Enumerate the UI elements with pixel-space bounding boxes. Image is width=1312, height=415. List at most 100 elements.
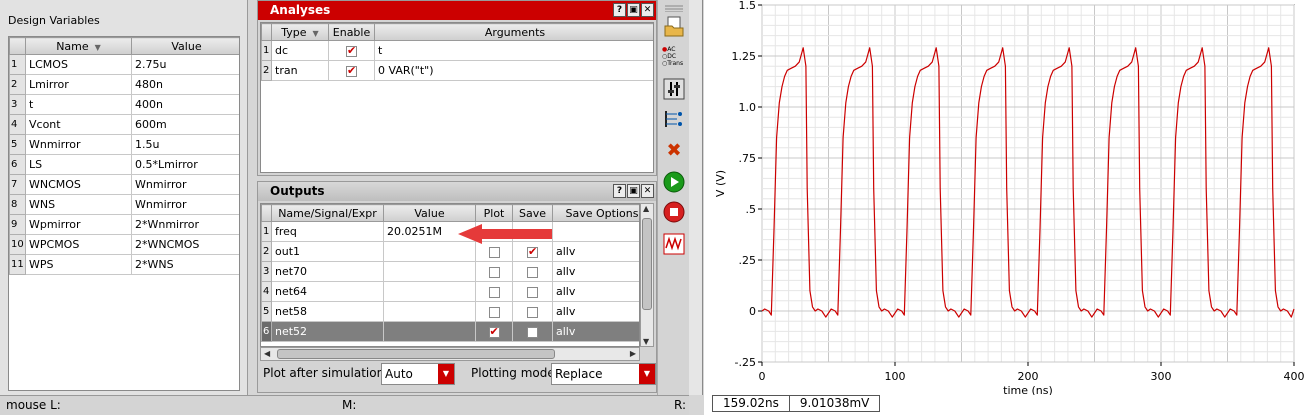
output-save-options[interactable]: allv — [552, 321, 639, 342]
analysis-radio-icon[interactable]: ●AC ○DC ○Trans — [662, 46, 683, 67]
design-variable-row[interactable]: 5 Wnmirror 1.5u — [9, 134, 239, 155]
variable-name[interactable]: WPCMOS — [25, 234, 132, 255]
output-row[interactable]: 3 net70 allv — [261, 261, 639, 282]
output-name[interactable]: net64 — [271, 281, 384, 302]
close-icon[interactable]: ✕ — [641, 3, 654, 17]
plot-checkbox[interactable] — [488, 325, 500, 338]
design-variable-row[interactable]: 8 WNS Wnmirror — [9, 194, 239, 215]
save-checkbox[interactable] — [527, 266, 538, 278]
output-name[interactable]: net52 — [271, 321, 384, 342]
output-row[interactable]: 4 net64 allv — [261, 281, 639, 302]
variable-value[interactable]: 400n — [131, 94, 239, 115]
panel-separator[interactable] — [689, 0, 703, 395]
tune-icon[interactable] — [662, 78, 686, 100]
analysis-arguments[interactable]: t — [374, 40, 653, 61]
delete-icon[interactable]: ✖ — [662, 139, 686, 161]
float-window-icon[interactable]: ▣ — [627, 3, 640, 17]
column-header-name[interactable]: Name ▼ — [25, 37, 132, 55]
variable-name[interactable]: Lmirror — [25, 74, 132, 95]
variable-value[interactable]: 2*Wnmirror — [131, 214, 239, 235]
design-variable-row[interactable]: 3 t 400n — [9, 94, 239, 115]
variable-value[interactable]: 600m — [131, 114, 239, 135]
output-row[interactable]: 2out1 allv — [261, 241, 639, 262]
column-header-plot[interactable]: Plot — [475, 204, 513, 222]
plot-checkbox[interactable] — [488, 286, 500, 298]
analysis-row[interactable]: 1dc t — [261, 40, 653, 61]
scroll-right-icon[interactable]: ▶ — [630, 349, 636, 358]
waveform-plot[interactable]: 0 100 200 300 400 -.25 0.25.5.75 1.0 1.25 1.5 time… — [704, 0, 1312, 415]
plotting-mode-select[interactable]: Replace ▼ — [551, 363, 656, 385]
enable-checkbox[interactable] — [346, 64, 357, 77]
outputs-horizontal-scrollbar[interactable]: ◀ ▶ — [260, 347, 640, 361]
output-name[interactable]: net58 — [271, 301, 384, 322]
variable-value[interactable]: 2.75u — [131, 54, 239, 75]
output-name[interactable]: freq — [271, 221, 384, 242]
design-variable-row[interactable]: 1 LCMOS 2.75u — [9, 54, 239, 75]
variable-name[interactable]: LS — [25, 154, 132, 175]
design-variable-row[interactable]: 6 LS 0.5*Lmirror — [9, 154, 239, 175]
outputs-vertical-scrollbar[interactable]: ▲ ▼ — [640, 203, 654, 347]
output-save-options[interactable]: allv — [552, 261, 639, 282]
plot-after-simulation-select[interactable]: Auto ▼ — [381, 363, 455, 385]
variable-name[interactable]: WNCMOS — [25, 174, 132, 195]
run-icon[interactable] — [662, 171, 686, 193]
scroll-up-icon[interactable]: ▲ — [643, 204, 649, 213]
output-name[interactable]: out1 — [271, 241, 384, 262]
variable-value[interactable]: 2*WNS — [131, 254, 239, 275]
enable-checkbox[interactable] — [346, 44, 357, 57]
column-header-name[interactable]: Name/Signal/Expr — [271, 204, 384, 222]
plot-checkbox[interactable] — [488, 246, 500, 258]
help-icon[interactable]: ? — [613, 184, 626, 198]
analyses-table[interactable]: Type▼ Enable Arguments 1dc t 2tran 0 VAR("t… — [260, 22, 654, 173]
variable-value[interactable]: 0.5*Lmirror — [131, 154, 239, 175]
plot-checkbox[interactable] — [488, 306, 500, 318]
analysis-type[interactable]: dc — [271, 40, 329, 61]
column-header-save[interactable]: Save — [512, 204, 553, 222]
radio-ac[interactable]: ●AC — [662, 46, 683, 53]
horizontal-scroll-thumb[interactable] — [277, 349, 555, 359]
close-icon[interactable]: ✕ — [641, 184, 654, 198]
dropdown-arrow-icon[interactable]: ▼ — [639, 364, 655, 384]
variable-value[interactable]: Wnmirror — [131, 174, 239, 195]
design-variable-row[interactable]: 7 WNCMOS Wnmirror — [9, 174, 239, 195]
analysis-row[interactable]: 2tran 0 VAR("t") — [261, 60, 653, 81]
radio-trans[interactable]: ○Trans — [662, 60, 683, 67]
column-header-type[interactable]: Type ▼ — [271, 23, 329, 41]
design-variable-row[interactable]: 10 WPCMOS 2*WNCMOS — [9, 234, 239, 255]
design-variable-row[interactable]: 9 Wpmirror 2*Wnmirror — [9, 214, 239, 235]
output-save-options[interactable]: allv — [552, 301, 639, 322]
variable-name[interactable]: WPS — [25, 254, 132, 275]
plot-checkbox[interactable] — [488, 266, 500, 278]
variable-value[interactable]: 480n — [131, 74, 239, 95]
column-header-enable[interactable]: Enable — [328, 23, 375, 41]
open-folder-icon[interactable] — [662, 16, 686, 38]
output-save-options[interactable]: allv — [552, 241, 639, 262]
variable-name[interactable]: WNS — [25, 194, 132, 215]
design-variable-row[interactable]: 4 Vcont 600m — [9, 114, 239, 135]
waveform-chart[interactable]: 0 100 200 300 400-.250.25.5.751.01.251.5time… — [704, 0, 1312, 397]
design-variables-table[interactable]: Name ▼ Value 1 LCMOS 2.75u 2 Lmirror 480n 3 t 400… — [8, 36, 240, 391]
dropdown-arrow-icon[interactable]: ▼ — [438, 364, 454, 384]
design-variable-row[interactable]: 11 WPS 2*WNS — [9, 254, 239, 275]
help-icon[interactable]: ? — [613, 3, 626, 17]
radio-dc[interactable]: ○DC — [662, 53, 683, 60]
analysis-arguments[interactable]: 0 VAR("t") — [374, 60, 653, 81]
variable-name[interactable]: Wnmirror — [25, 134, 132, 155]
save-checkbox[interactable] — [527, 306, 538, 318]
output-save-options[interactable] — [552, 221, 639, 242]
variable-value[interactable]: Wnmirror — [131, 194, 239, 215]
variable-name[interactable]: LCMOS — [25, 54, 132, 75]
scroll-icon[interactable] — [662, 2, 686, 14]
variable-value[interactable]: 2*WNCMOS — [131, 234, 239, 255]
column-header-value[interactable]: Value — [131, 37, 239, 55]
float-window-icon[interactable]: ▣ — [627, 184, 640, 198]
plot-icon[interactable] — [662, 233, 686, 255]
vertical-scroll-thumb[interactable] — [642, 218, 652, 310]
design-variable-row[interactable]: 2 Lmirror 480n — [9, 74, 239, 95]
output-name[interactable]: net70 — [271, 261, 384, 282]
save-checkbox[interactable] — [527, 286, 538, 298]
save-checkbox[interactable] — [527, 326, 538, 338]
scroll-down-icon[interactable]: ▼ — [643, 337, 649, 346]
output-row[interactable]: 5 net58 allv — [261, 301, 639, 322]
column-header-arguments[interactable]: Arguments — [374, 23, 653, 41]
